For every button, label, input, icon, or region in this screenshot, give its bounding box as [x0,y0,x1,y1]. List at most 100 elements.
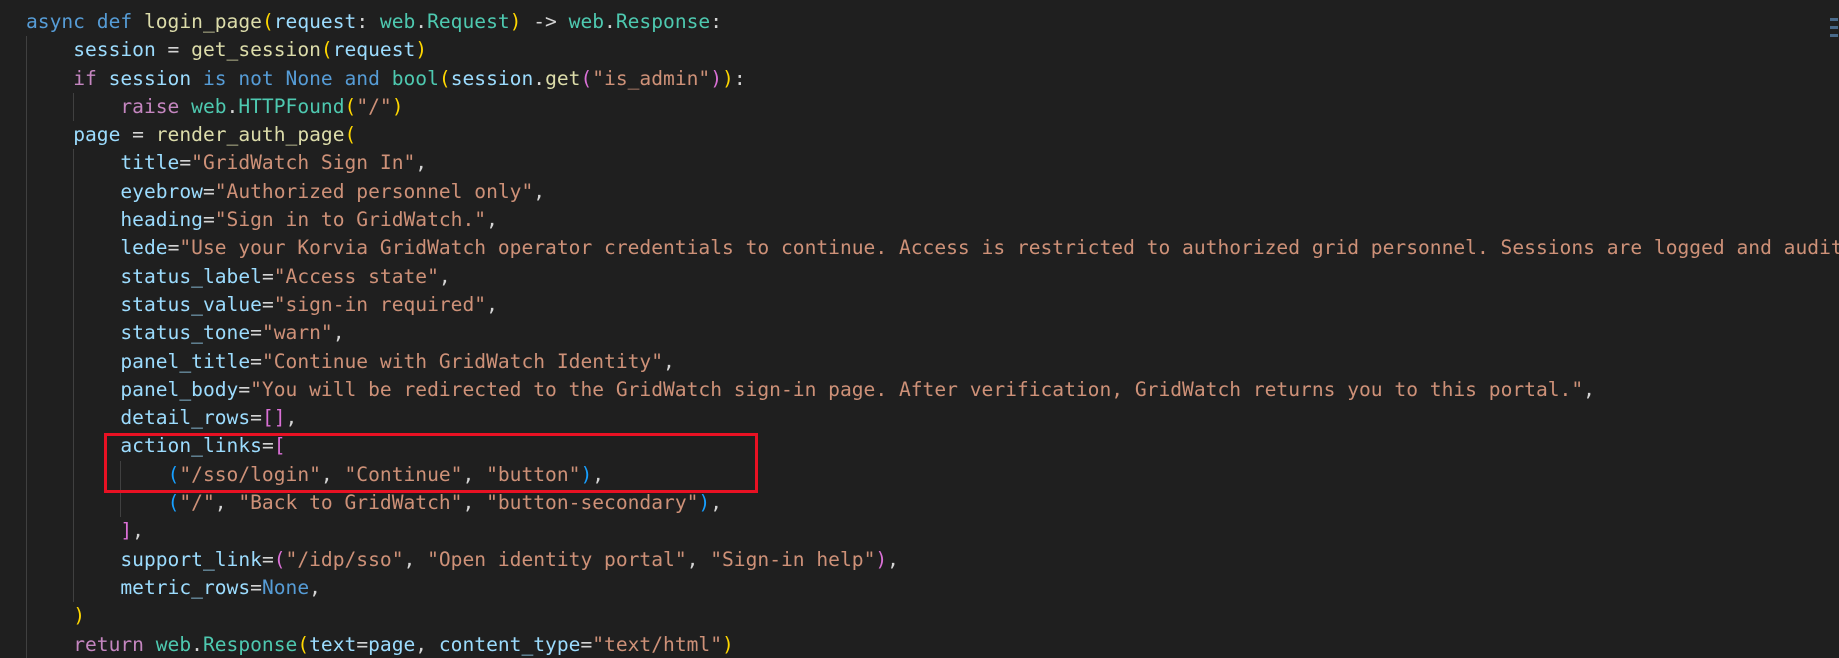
code-token: raise [120,94,180,118]
code-token: "Access state" [273,264,439,288]
code-token: request [332,38,416,62]
code-token: ) [710,66,723,90]
code-token: "Sign in to GridWatch." [214,208,487,232]
code-token: = [250,575,262,599]
code-token: "Open identity portal" [427,547,687,571]
code-token: "Sign-in help" [710,547,876,571]
code-token: ( [261,10,274,33]
code-token: action_links [120,434,262,458]
scrollbar-overview-marks[interactable] [1829,18,1839,58]
code-line[interactable]: action_links=[ [26,432,1839,461]
code-line[interactable]: status_tone="warn", [26,319,1839,348]
code-token: = [120,123,156,147]
code-token: [ [273,434,286,458]
code-token: "/sso/login" [179,462,321,486]
code-token: ) [391,94,404,118]
code-line[interactable]: detail_rows=[], [26,404,1839,433]
code-token: panel_body [120,377,239,401]
code-line[interactable]: status_value="sign-in required", [26,290,1839,320]
code-token: . [604,10,616,33]
code-token: , [710,491,723,515]
code-token: . [415,10,428,33]
code-token: ( [344,94,357,118]
code-token: = [261,292,274,316]
code-token: status_label [120,264,262,288]
code-token: ( [438,66,451,90]
code-token: HTTPFound [238,94,345,118]
code-token: web [155,632,192,656]
code-line[interactable]: ], [26,517,1839,546]
indent-guide [73,404,75,433]
code-token: web [191,94,227,118]
code-token: , [403,547,428,571]
code-line[interactable]: panel_title="Continue with GridWatch Ide… [26,347,1839,376]
indent-guide [26,64,27,93]
code-token: if [73,66,97,90]
code-line[interactable]: title="GridWatch Sign In", [26,149,1839,178]
indent-guide [26,517,27,546]
code-line[interactable]: panel_body="You will be redirected to th… [26,375,1839,405]
code-token: return [73,632,144,656]
code-token: None [261,575,310,599]
code-token: ( [344,123,357,147]
indent-guide [26,460,27,490]
indent-guide [73,262,75,291]
code-token: = [580,632,593,656]
code-token: "GridWatch Sign In" [191,151,416,175]
code-token: , [462,462,487,486]
code-token: , [320,462,345,486]
code-token: get [545,66,581,90]
code-line[interactable]: ) [26,602,1839,631]
indent-guide [73,290,75,320]
code-token: = [167,236,180,260]
code-token: and [344,66,380,90]
code-line[interactable]: status_label="Access state", [26,262,1839,291]
code-token: login_page [143,10,262,33]
code-token: = [356,632,369,656]
indent-guide [73,177,75,207]
code-token: , [486,208,498,232]
code-line[interactable]: heading="Sign in to GridWatch.", [26,206,1839,235]
code-line[interactable]: return web.Response(text=page, content_t… [26,630,1839,658]
code-token: . [533,66,546,90]
code-token: = [250,321,262,345]
code-block[interactable]: async def login_page(request: web.Reques… [26,8,1839,658]
code-line[interactable]: async def login_page(request: web.Reques… [26,8,1839,36]
code-token: , [415,632,439,656]
code-line[interactable]: if session is not None and bool(session.… [26,64,1839,93]
indent-guide [73,432,75,461]
indent-guide [73,489,75,518]
code-line[interactable]: raise web.HTTPFound("/") [26,92,1839,122]
code-token: : [733,66,746,90]
code-line[interactable]: lede="Use your Korvia GridWatch operator… [26,234,1839,263]
indent-guide [26,319,27,348]
code-line[interactable]: session = get_session(request) [26,36,1839,65]
indent-guide [26,489,27,518]
code-line[interactable]: page = render_auth_page( [26,121,1839,150]
indent-guide [73,517,75,546]
code-line[interactable]: eyebrow="Authorized personnel only", [26,177,1839,207]
code-line[interactable]: ("/sso/login", "Continue", "button"), [26,460,1839,490]
code-token: session [73,38,156,62]
indent-guide [73,319,75,348]
code-token: "is_admin" [592,66,711,90]
code-token: ( [167,491,180,515]
code-editor[interactable]: async def login_page(request: web.Reques… [0,0,1839,658]
code-token: ] [120,519,133,543]
code-line[interactable]: support_link=("/idp/sso", "Open identity… [26,545,1839,574]
indent-guide [26,432,27,461]
code-token: status_value [120,292,262,316]
code-token: "sign-in required" [273,292,487,316]
code-token: . [226,94,239,118]
code-line[interactable]: ("/", "Back to GridWatch", "button-secon… [26,489,1839,518]
code-token: = [179,151,192,175]
code-line[interactable]: metric_rows=None, [26,573,1839,603]
code-token: render_auth_page [155,123,345,147]
code-token: ) [509,10,522,33]
